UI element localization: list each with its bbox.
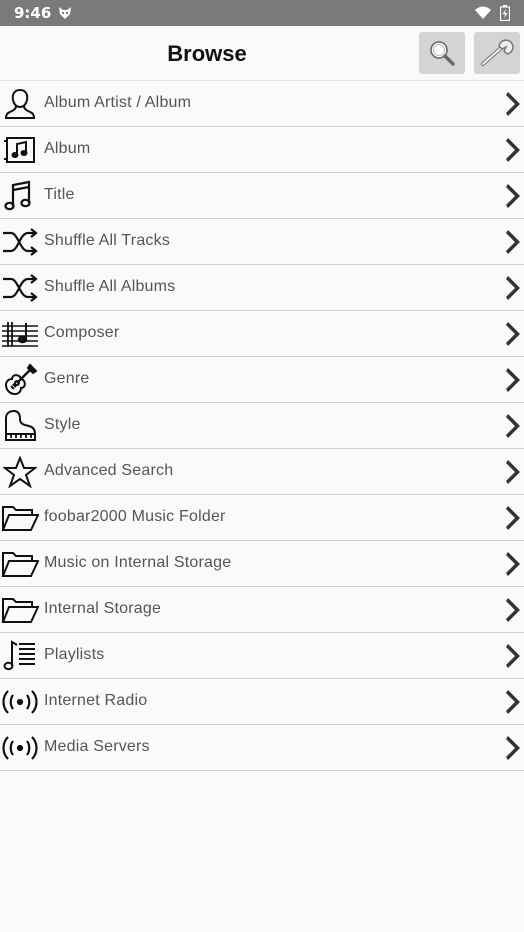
menu-item-foobar-music-folder[interactable]: foobar2000 Music Folder: [0, 495, 524, 541]
menu-item-style[interactable]: Style: [0, 403, 524, 449]
music-note-icon: [1, 178, 39, 214]
menu-item-album[interactable]: Album: [0, 127, 524, 173]
menu-item-label: Album: [44, 140, 91, 157]
folder-icon: [1, 500, 39, 536]
battery-icon: [500, 5, 510, 21]
folder-icon: [1, 592, 39, 628]
chevron-right-icon: [505, 182, 523, 210]
person-icon: [1, 86, 39, 122]
chevron-right-icon: [505, 320, 523, 348]
piano-icon: [1, 408, 39, 444]
menu-item-genre[interactable]: Genre: [0, 357, 524, 403]
chevron-right-icon: [505, 458, 523, 486]
menu-item-label: foobar2000 Music Folder: [44, 508, 226, 525]
wrench-icon: [481, 39, 514, 66]
menu-item-label: Album Artist / Album: [44, 94, 192, 111]
guitar-icon: [1, 362, 39, 398]
chevron-right-icon: [505, 642, 523, 670]
star-icon: [1, 454, 39, 490]
chevron-right-icon: [505, 734, 523, 762]
folder-icon: [1, 546, 39, 582]
menu-item-title[interactable]: Title: [0, 173, 524, 219]
chevron-right-icon: [505, 550, 523, 578]
menu-item-label: Playlists: [44, 646, 105, 663]
menu-item-label: Shuffle All Albums: [44, 278, 176, 295]
chevron-right-icon: [505, 366, 523, 394]
menu-item-label: Music on Internal Storage: [44, 554, 232, 571]
menu-item-label: Media Servers: [44, 738, 150, 755]
menu-item-media-servers[interactable]: Media Servers: [0, 725, 524, 771]
menu-item-internal-storage[interactable]: Internal Storage: [0, 587, 524, 633]
chevron-right-icon: [505, 90, 523, 118]
app-header: Browse: [0, 26, 524, 82]
staff-icon: [1, 316, 39, 352]
menu-item-album-artist[interactable]: Album Artist / Album: [0, 80, 524, 127]
chevron-right-icon: [505, 136, 523, 164]
menu-item-label: Internet Radio: [44, 692, 148, 709]
menu-item-advanced-search[interactable]: Advanced Search: [0, 449, 524, 495]
menu-item-shuffle-tracks[interactable]: Shuffle All Tracks: [0, 219, 524, 265]
chevron-right-icon: [505, 274, 523, 302]
menu-item-playlists[interactable]: Playlists: [0, 633, 524, 679]
menu-item-internet-radio[interactable]: Internet Radio: [0, 679, 524, 725]
menu-item-music-internal-storage[interactable]: Music on Internal Storage: [0, 541, 524, 587]
status-bar: 9:46: [0, 0, 524, 26]
album-icon: [1, 132, 39, 168]
menu-item-label: Advanced Search: [44, 462, 174, 479]
wifi-icon: [474, 6, 492, 20]
radio-icon: [1, 684, 39, 720]
menu-item-label: Shuffle All Tracks: [44, 232, 171, 249]
menu-item-label: Genre: [44, 370, 90, 387]
search-icon: [430, 41, 455, 66]
search-button[interactable]: [419, 32, 465, 74]
chevron-right-icon: [505, 596, 523, 624]
shuffle-icon: [1, 224, 39, 260]
playlist-icon: [1, 638, 39, 674]
status-time: 9:46: [14, 4, 52, 22]
settings-button[interactable]: [474, 32, 520, 74]
menu-item-shuffle-albums[interactable]: Shuffle All Albums: [0, 265, 524, 311]
app-notification-icon: [58, 6, 72, 20]
chevron-right-icon: [505, 688, 523, 716]
shuffle-icon: [1, 270, 39, 306]
menu-item-composer[interactable]: Composer: [0, 311, 524, 357]
menu-item-label: Style: [44, 416, 81, 433]
menu-item-label: Internal Storage: [44, 600, 162, 617]
menu-item-label: Composer: [44, 324, 120, 341]
radio-icon: [1, 730, 39, 766]
menu-item-label: Title: [44, 186, 75, 203]
page-title: Browse: [167, 41, 247, 66]
chevron-right-icon: [505, 228, 523, 256]
browse-menu-list: Album Artist / Album Album Title Shuffle…: [0, 80, 524, 771]
chevron-right-icon: [505, 412, 523, 440]
chevron-right-icon: [505, 504, 523, 532]
